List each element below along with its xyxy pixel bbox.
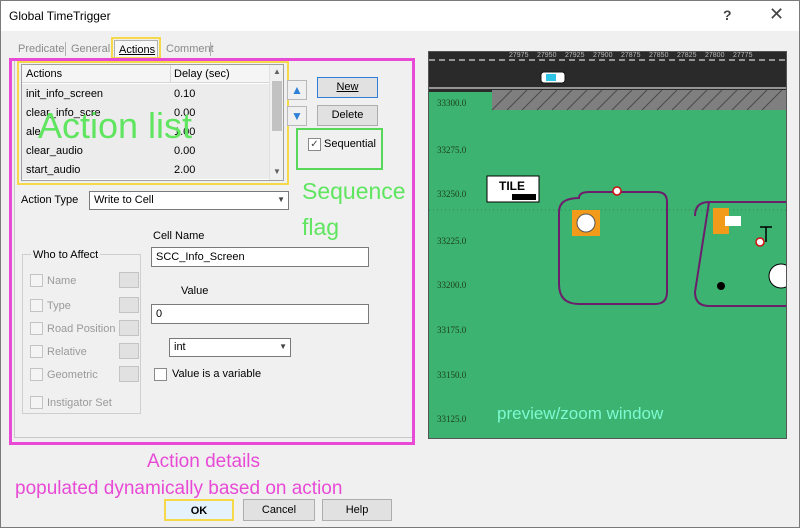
point-marker — [717, 282, 725, 290]
annotation-action-details: Action details — [147, 451, 261, 472]
tile-sign-base — [512, 194, 536, 200]
title-bar: Global TimeTrigger ? ✕ — [1, 1, 799, 31]
help-button[interactable]: Help — [322, 499, 392, 521]
help-icon[interactable]: ? — [723, 7, 732, 23]
close-icon[interactable]: ✕ — [769, 4, 784, 25]
annotation-action-list: Action list — [38, 105, 193, 146]
sensor-marker — [755, 237, 765, 247]
y-axis-tick: 33200.0 — [437, 280, 467, 290]
tab-general[interactable]: General — [67, 40, 114, 58]
tab-separator — [65, 42, 66, 56]
tab-predicate[interactable]: Predicate — [14, 40, 68, 58]
y-axis-tick: 33125.0 — [437, 414, 467, 424]
annotation-sequence-flag: flag — [302, 214, 340, 240]
cancel-button[interactable]: Cancel — [243, 499, 315, 521]
y-axis-tick: 33175.0 — [437, 325, 467, 335]
dialog-window: Global TimeTrigger ? ✕ Predicate General… — [0, 0, 800, 528]
preview-caption: preview/zoom window — [497, 404, 664, 423]
annotation-sequence-flag: Sequence — [302, 178, 406, 204]
vehicle-window — [546, 74, 556, 81]
round-object — [768, 263, 786, 289]
tile-label: TILE — [499, 179, 525, 193]
y-axis-tick: 33150.0 — [437, 370, 467, 380]
ruler-tick: 27975 — [509, 52, 529, 59]
clock-icon — [576, 213, 596, 233]
crosshatch-area — [492, 90, 786, 110]
preview-window[interactable]: 33300.0 33275.0 33250.0 33225.0 33200.0 … — [428, 51, 787, 439]
y-axis-tick: 33250.0 — [437, 189, 467, 199]
zone-outline — [558, 191, 668, 305]
tab-highlight — [111, 37, 161, 59]
ruler-tick: 27800 — [705, 52, 725, 59]
window-title: Global TimeTrigger — [9, 9, 111, 23]
tab-separator — [210, 42, 211, 56]
ruler-tick: 27875 — [621, 52, 641, 59]
ruler-tick: 27925 — [565, 52, 585, 59]
y-axis-tick: 33225.0 — [437, 236, 467, 246]
ruler-tick: 27850 — [649, 52, 669, 59]
y-axis-tick: 33275.0 — [437, 145, 467, 155]
ruler-tick: 27950 — [537, 52, 557, 59]
ruler-tick: 27900 — [593, 52, 613, 59]
y-axis-tick: 33300.0 — [437, 98, 467, 108]
preview-ruler: 27975 27950 27925 27900 27875 27850 2782… — [429, 52, 786, 62]
annotation-action-details: populated dynamically based on action — [15, 478, 343, 499]
sensor-marker — [612, 186, 622, 196]
signal-arrow — [725, 216, 741, 226]
preview-canvas — [429, 52, 786, 307]
ruler-tick: 27775 — [733, 52, 753, 59]
ok-button[interactable]: OK — [164, 499, 234, 521]
ruler-tick: 27825 — [677, 52, 697, 59]
